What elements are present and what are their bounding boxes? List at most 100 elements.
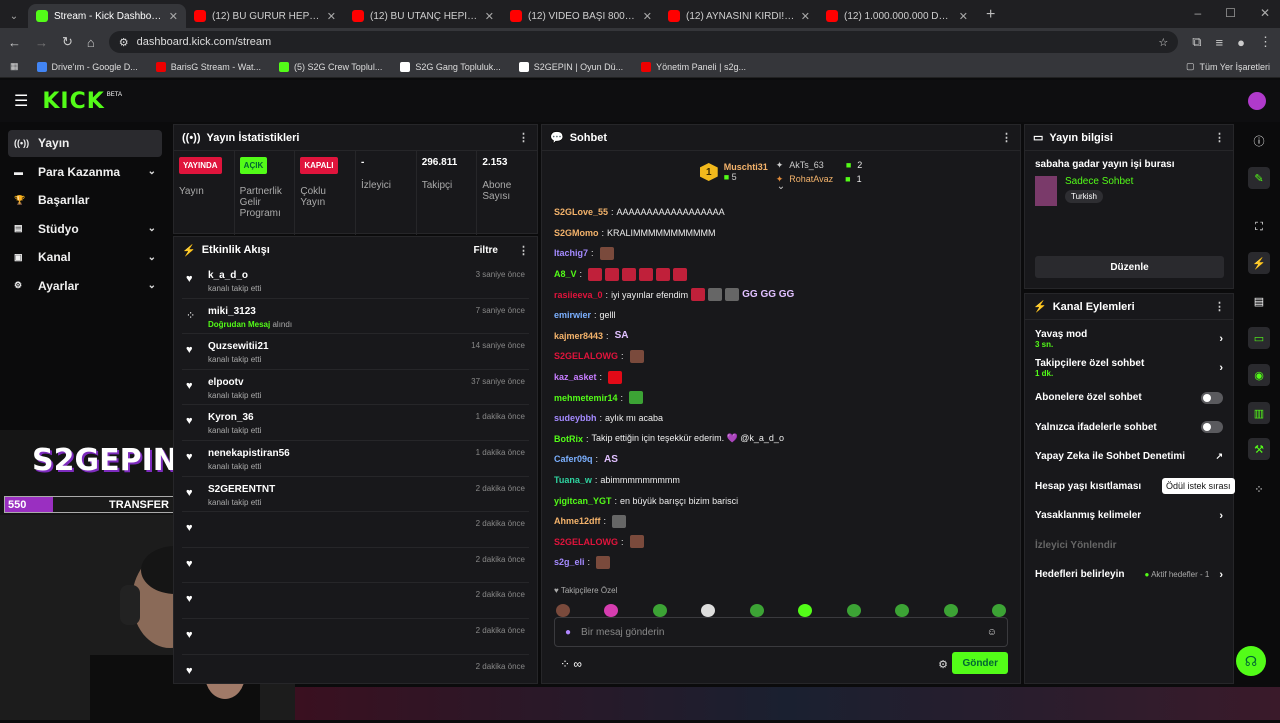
chat-username[interactable]: mehmetemir14 bbox=[554, 393, 618, 403]
chevron-right-icon[interactable]: › bbox=[1219, 362, 1223, 374]
minimize-icon[interactable]: – bbox=[1194, 6, 1201, 20]
pinned-chevron-icon[interactable]: ⌄ bbox=[542, 181, 1020, 192]
chat-input[interactable]: ● Bir mesaj gönderin ☺ bbox=[554, 617, 1008, 647]
chat-settings-icon[interactable]: ⚙ bbox=[938, 658, 948, 671]
chat-username[interactable]: rasiieeva_0 bbox=[554, 290, 603, 300]
close-tab-icon[interactable]: ✕ bbox=[959, 10, 968, 23]
event-username[interactable]: elpootv bbox=[208, 377, 261, 388]
quick-emote-icon[interactable] bbox=[798, 604, 813, 617]
user-avatar[interactable] bbox=[1248, 92, 1266, 110]
quick-emote-icon[interactable] bbox=[652, 604, 667, 617]
sidebar-item-baarlar[interactable]: 🏆 Başarılar bbox=[8, 187, 162, 214]
chevron-right-icon[interactable]: › bbox=[1219, 510, 1223, 522]
chat-username[interactable]: s2g_eli bbox=[554, 557, 585, 567]
quick-emote-icon[interactable] bbox=[943, 604, 958, 617]
browser-tab[interactable]: (12) VİDEO BAŞI 800.000 TL DU... ✕ bbox=[502, 4, 660, 28]
emoji-icon[interactable]: ☺ bbox=[987, 627, 997, 638]
broadcast-icon[interactable]: ◉ bbox=[1248, 364, 1270, 386]
quick-emote-icon[interactable] bbox=[895, 604, 910, 617]
browser-tab[interactable]: (12) AYNASINI KIRDI! Türkiye'd... ✕ bbox=[660, 4, 818, 28]
chat-username[interactable]: Tuana_w bbox=[554, 475, 592, 485]
media-icon[interactable]: ≡ bbox=[1216, 35, 1224, 50]
close-tab-icon[interactable]: ✕ bbox=[485, 10, 494, 23]
extensions-icon[interactable]: ⧉ bbox=[1192, 34, 1201, 50]
chat-username[interactable]: yigitcan_YGT bbox=[554, 496, 612, 506]
kick-logo[interactable]: KICK bbox=[42, 89, 104, 114]
points-infinity-icon[interactable]: ⁘ ∞ bbox=[560, 657, 582, 671]
close-tab-icon[interactable]: ✕ bbox=[643, 10, 652, 23]
wrench-icon[interactable]: ⚒ bbox=[1248, 438, 1270, 460]
chat-username[interactable]: S2GMomo bbox=[554, 228, 599, 238]
bookmark-item[interactable]: (5) S2G Crew Toplul... bbox=[278, 61, 382, 72]
leader-first[interactable]: 1 Muschti31 ■ 5 bbox=[699, 162, 768, 182]
chat-username[interactable]: Ahme12dff bbox=[554, 516, 601, 526]
leader-third[interactable]: ✦ RohatAvaz ■ 1 bbox=[776, 174, 863, 185]
new-tab-button[interactable]: + bbox=[976, 6, 1005, 28]
category-link[interactable]: Sadece Sohbet bbox=[1065, 176, 1133, 187]
chevron-right-icon[interactable]: › bbox=[1219, 333, 1223, 345]
channel-action-row[interactable]: Yavaş mod 3 sn. › bbox=[1025, 324, 1233, 354]
crop-icon[interactable]: ⛶ bbox=[1248, 216, 1270, 238]
channel-action-row[interactable]: Abonelere özel sohbet bbox=[1025, 383, 1233, 413]
chat-username[interactable]: sudeybbh bbox=[554, 413, 597, 423]
bookmark-star-icon[interactable]: ☆ bbox=[1158, 36, 1168, 49]
close-tab-icon[interactable]: ✕ bbox=[169, 10, 178, 23]
bookmark-item[interactable]: S2G Gang Topluluk... bbox=[400, 61, 501, 72]
event-username[interactable]: k_a_d_o bbox=[208, 270, 261, 281]
chat-username[interactable]: S2GELALOWG bbox=[554, 351, 618, 361]
menu-icon[interactable]: ⋮ bbox=[1259, 34, 1272, 50]
more-icon[interactable]: ⋮ bbox=[518, 131, 529, 144]
sidebar-item-kanal[interactable]: ▣ Kanal ⌄ bbox=[8, 244, 162, 271]
url-field[interactable]: ⚙ dashboard.kick.com/stream ☆ bbox=[108, 31, 1179, 53]
sidebar-item-stdyo[interactable]: ▤ Stüdyo ⌄ bbox=[8, 216, 162, 243]
chat-username[interactable]: S2GELALOWG bbox=[554, 537, 618, 547]
browser-tab[interactable]: (12) BU GURUR HEPİMİZİN | M... ✕ bbox=[186, 4, 344, 28]
channel-action-row[interactable]: Takipçilere özel sohbet 1 dk. › bbox=[1025, 354, 1233, 384]
event-username[interactable]: nenekapistiran56 bbox=[208, 448, 290, 459]
more-icon[interactable]: ⋮ bbox=[1214, 300, 1225, 313]
chat-username[interactable]: emirwier bbox=[554, 310, 591, 320]
help-headset-icon[interactable]: ☊ bbox=[1236, 646, 1266, 676]
toggle-switch[interactable] bbox=[1201, 421, 1223, 434]
quick-emote-icon[interactable] bbox=[701, 604, 716, 617]
reload-icon[interactable]: ↻ bbox=[62, 34, 73, 50]
chat-username[interactable]: A8_V bbox=[554, 269, 577, 279]
chevron-down-icon[interactable]: ⌄ bbox=[148, 280, 156, 291]
maximize-icon[interactable]: ☐ bbox=[1225, 6, 1236, 20]
channel-action-row[interactable]: Yasaklanmış kelimeler › bbox=[1025, 501, 1233, 531]
menu-hamburger-icon[interactable]: ☰ bbox=[14, 91, 28, 111]
bookmark-item[interactable]: S2GEPIN | Oyun Dü... bbox=[518, 61, 623, 72]
chevron-down-icon[interactable]: ⌄ bbox=[148, 166, 156, 177]
document-icon[interactable]: ▤ bbox=[1248, 290, 1270, 312]
channel-action-row[interactable]: Hedefleri belirleyin ● Aktif hedefler - 1… bbox=[1025, 560, 1233, 590]
send-button[interactable]: Gönder bbox=[952, 652, 1008, 674]
reward-queue-icon[interactable]: ⁘ bbox=[1248, 478, 1270, 500]
quick-emote-icon[interactable] bbox=[846, 604, 861, 617]
edit-button[interactable]: Düzenle bbox=[1035, 256, 1224, 278]
sidebar-item-ayarlar[interactable]: ⚙ Ayarlar ⌄ bbox=[8, 273, 162, 300]
chat-username[interactable]: kajmer8443 bbox=[554, 331, 603, 341]
more-icon[interactable]: ⋮ bbox=[518, 244, 529, 257]
sidebar-item-parakazanma[interactable]: ▬ Para Kazanma ⌄ bbox=[8, 159, 162, 186]
home-icon[interactable]: ⌂ bbox=[87, 35, 95, 50]
more-icon[interactable]: ⋮ bbox=[1001, 131, 1012, 144]
chat-username[interactable]: Itachig7 bbox=[554, 248, 588, 258]
close-window-icon[interactable]: ✕ bbox=[1260, 6, 1270, 20]
site-info-icon[interactable]: ⚙ bbox=[119, 36, 129, 49]
chat-username[interactable]: kaz_asket bbox=[554, 372, 597, 382]
lightning-icon[interactable]: ⚡ bbox=[1248, 252, 1270, 274]
chevron-down-icon[interactable]: ⌄ bbox=[148, 252, 156, 263]
bookmark-item[interactable]: BarisG Stream - Wat... bbox=[155, 61, 261, 72]
quick-emote-icon[interactable] bbox=[991, 604, 1006, 617]
chat-bubble-icon[interactable]: ▭ bbox=[1248, 327, 1270, 349]
chevron-right-icon[interactable]: › bbox=[1219, 569, 1223, 581]
close-tab-icon[interactable]: ✕ bbox=[327, 10, 336, 23]
forward-icon[interactable]: → bbox=[35, 35, 48, 50]
event-username[interactable]: miki_3123 bbox=[208, 306, 292, 317]
close-tab-icon[interactable]: ✕ bbox=[801, 10, 810, 23]
quick-emote-icon[interactable] bbox=[556, 604, 570, 617]
browser-tab[interactable]: (12) BU UTANÇ HEPİMİZİN | M... ✕ bbox=[344, 4, 502, 28]
back-icon[interactable]: ← bbox=[8, 35, 21, 50]
channel-action-row[interactable]: Yalnızca ifadelerle sohbet bbox=[1025, 413, 1233, 443]
leader-second[interactable]: ✦ AkTs_63 ■ 2 bbox=[776, 160, 863, 171]
